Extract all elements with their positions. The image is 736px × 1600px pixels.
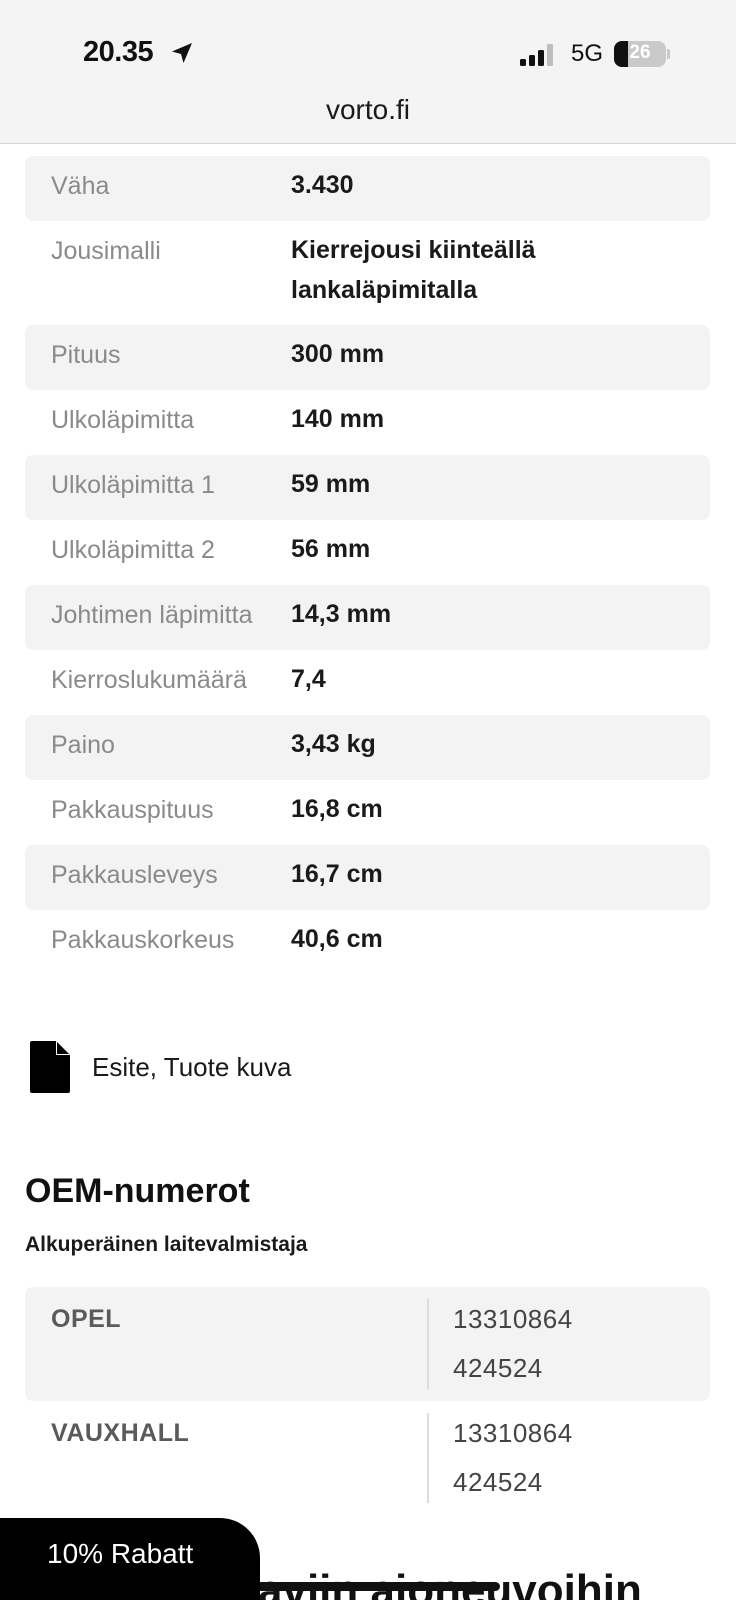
oem-row: VAUXHALL 13310864 424524 xyxy=(25,1401,710,1515)
spec-label: Väha xyxy=(51,172,110,200)
oem-divider xyxy=(427,1413,429,1503)
spec-value: 56 mm xyxy=(291,535,371,563)
spec-label: Jousimalli xyxy=(51,237,161,265)
document-link-label[interactable]: Esite, Tuote kuva xyxy=(92,1052,291,1083)
document-icon xyxy=(30,1041,70,1093)
oem-brand: OPEL xyxy=(51,1305,122,1333)
spec-row: Pituus 300 mm xyxy=(25,325,710,390)
spec-label: Kierroslukumäärä xyxy=(51,666,247,694)
spec-label: Pakkauspituus xyxy=(51,796,214,824)
spec-label: Pituus xyxy=(51,341,121,369)
spec-value: 59 mm xyxy=(291,470,371,498)
spec-value: 16,7 cm xyxy=(291,860,383,888)
spec-value: Kierrejousi kiinteällä lankaläpimitalla xyxy=(291,236,536,304)
oem-number: 13310864 xyxy=(453,1418,573,1448)
oem-title: OEM-numerot xyxy=(25,1172,250,1210)
spec-row: Pakkausleveys 16,7 cm xyxy=(25,845,710,910)
battery-tip xyxy=(667,49,670,59)
url-text[interactable]: vorto.fi xyxy=(326,94,410,126)
spec-row: Ulkoläpimitta 2 56 mm xyxy=(25,520,710,585)
battery-level: 26 xyxy=(629,42,651,63)
spec-value: 7,4 xyxy=(291,665,326,693)
cellular-signal-icon xyxy=(520,44,553,66)
spec-value: 14,3 mm xyxy=(291,600,392,628)
spec-row: Ulkoläpimitta 140 mm xyxy=(25,390,710,455)
discount-button[interactable]: 10% Rabatt xyxy=(0,1518,260,1600)
spec-row: Pakkauspituus 16,8 cm xyxy=(25,780,710,845)
network-type: 5G xyxy=(571,40,604,67)
spec-row: Paino 3,43 kg xyxy=(25,715,710,780)
spec-row: Pakkauskorkeus 40,6 cm xyxy=(25,910,710,975)
status-bar: 20.35 5G 26 xyxy=(0,0,736,92)
oem-number: 424524 xyxy=(453,1467,543,1497)
home-indicator xyxy=(236,1582,500,1591)
spec-row: Ulkoläpimitta 1 59 mm xyxy=(25,455,710,520)
oem-divider xyxy=(427,1299,429,1389)
spec-value: 3,43 kg xyxy=(291,730,376,758)
oem-brand: VAUXHALL xyxy=(51,1419,190,1447)
spec-row: Jousimalli Kierrejousi kiinteällä lankal… xyxy=(25,221,710,325)
spec-value: 3.430 xyxy=(291,171,354,199)
spec-label: Ulkoläpimitta xyxy=(51,406,195,434)
spec-label: Ulkoläpimitta 2 xyxy=(51,536,215,564)
spec-value: 140 mm xyxy=(291,405,385,433)
oem-number: 424524 xyxy=(453,1353,543,1383)
location-arrow-icon xyxy=(172,43,192,63)
spec-label: Johtimen läpimitta xyxy=(51,601,253,629)
spec-label: Pakkausleveys xyxy=(51,861,218,889)
battery-icon: 26 xyxy=(614,41,666,67)
status-time: 20.35 xyxy=(83,36,154,68)
oem-number: 13310864 xyxy=(453,1304,573,1334)
spec-label: Pakkauskorkeus xyxy=(51,926,235,954)
spec-row: Johtimen läpimitta 14,3 mm xyxy=(25,585,710,650)
oem-table: OPEL 13310864 424524 VAUXHALL 13310864 4… xyxy=(25,1287,710,1515)
spec-value: 40,6 cm xyxy=(291,925,383,953)
spec-row: Väha 3.430 xyxy=(25,156,710,221)
spec-label: Paino xyxy=(51,731,115,759)
spec-table: Väha 3.430 Jousimalli Kierrejousi kiinte… xyxy=(25,156,710,975)
spec-label: Ulkoläpimitta 1 xyxy=(51,471,215,499)
oem-subtitle: Alkuperäinen laitevalmistaja xyxy=(25,1233,308,1256)
spec-value: 300 mm xyxy=(291,340,385,368)
address-bar[interactable]: vorto.fi xyxy=(0,92,736,144)
document-link[interactable]: Esite, Tuote kuva xyxy=(30,1040,291,1094)
oem-row: OPEL 13310864 424524 xyxy=(25,1287,710,1401)
spec-value: 16,8 cm xyxy=(291,795,383,823)
spec-row: Kierroslukumäärä 7,4 xyxy=(25,650,710,715)
